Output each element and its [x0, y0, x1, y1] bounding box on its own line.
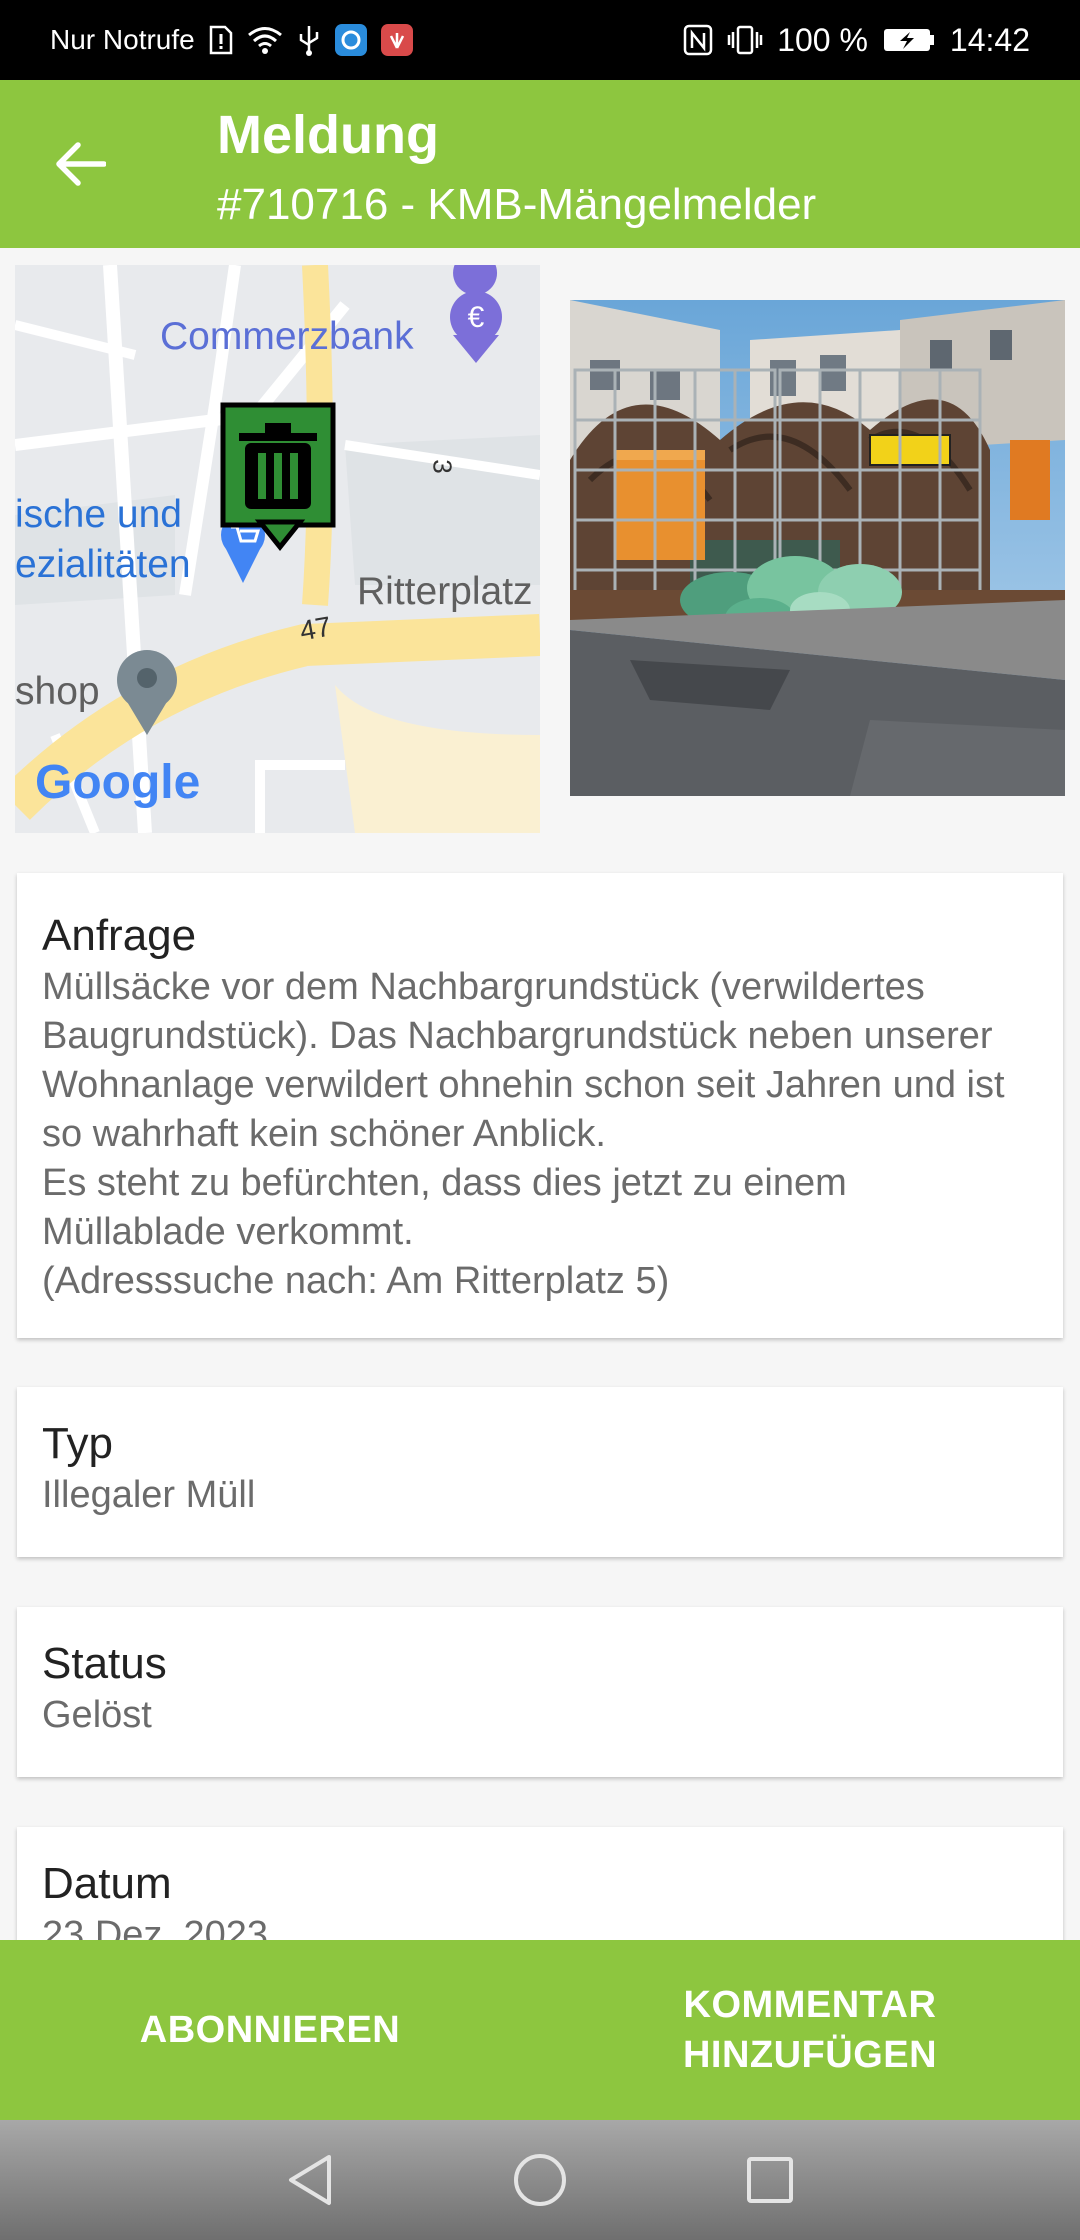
subscribe-label: ABONNIEREN	[139, 2009, 401, 2051]
carrier-label: Nur Notrufe	[50, 24, 195, 55]
battery-charging-icon	[882, 26, 936, 54]
map-label-square: Ritterplatz	[357, 570, 533, 613]
nfc-icon	[683, 24, 713, 56]
app-notification-icon	[334, 24, 367, 56]
request-text: Müllsäcke vor dem Nachbargrundstück (ver…	[42, 966, 1005, 1302]
map-label-bank: Commerzbank	[160, 315, 414, 358]
wifi-icon	[247, 25, 283, 55]
status-bar: Nur Notrufe 100 % 14:42	[0, 0, 1080, 80]
svg-text:€: €	[468, 301, 485, 334]
card-label: Anfrage	[42, 911, 197, 960]
map-road-number: 3	[427, 459, 458, 474]
app-bar: Meldung #710716 - KMB-Mängelmelder	[0, 80, 1080, 248]
bottom-action-bar: ABONNIEREN KOMMENTAR HINZUFÜGEN	[0, 1940, 1080, 2120]
no-sim-icon	[209, 25, 233, 55]
map-label-shop-line1: ische und	[15, 493, 182, 536]
system-nav-bar	[0, 2120, 1080, 2240]
back-button[interactable]	[40, 124, 120, 204]
arrow-left-icon	[56, 142, 106, 186]
type-card: Typ Illegaler Müll	[17, 1387, 1063, 1557]
map-label-shop2: shop	[15, 670, 100, 713]
report-photo[interactable]	[570, 300, 1065, 796]
circle-home-icon	[514, 2154, 566, 2206]
usb-icon	[297, 24, 321, 56]
google-logo: Google	[35, 756, 201, 809]
nav-recents-button[interactable]	[740, 2150, 800, 2210]
square-recents-icon	[747, 2157, 793, 2203]
add-comment-button[interactable]: KOMMENTAR HINZUFÜGEN	[540, 1940, 1080, 2120]
page-title: Meldung	[217, 105, 439, 165]
card-label: Datum	[42, 1859, 172, 1908]
subscribe-button[interactable]: ABONNIEREN	[0, 1940, 540, 2120]
nav-home-button[interactable]	[510, 2150, 570, 2210]
card-label: Typ	[42, 1419, 113, 1468]
request-card: Anfrage Müllsäcke vor dem Nachbargrundst…	[17, 873, 1063, 1338]
nav-back-button[interactable]	[280, 2150, 340, 2210]
triangle-back-icon	[289, 2155, 331, 2205]
huawei-app-icon	[380, 24, 413, 56]
status-card: Status Gelöst	[17, 1607, 1063, 1777]
location-map[interactable]: € Commerzbank ische und ezialitäten Ritt…	[15, 265, 540, 833]
map-label-shop-line2: ezialitäten	[15, 543, 191, 586]
battery-percent: 100 %	[777, 21, 868, 58]
card-label: Status	[42, 1639, 167, 1688]
clock: 14:42	[949, 21, 1030, 58]
add-comment-label: KOMMENTAR HINZUFÜGEN	[682, 1984, 938, 2076]
page-subtitle: #710716 - KMB-Mängelmelder	[217, 180, 817, 229]
vibrate-icon	[727, 24, 763, 56]
type-value: Illegaler Müll	[42, 1474, 256, 1516]
map-road-number: 47	[297, 610, 334, 647]
status-value: Gelöst	[42, 1694, 152, 1736]
